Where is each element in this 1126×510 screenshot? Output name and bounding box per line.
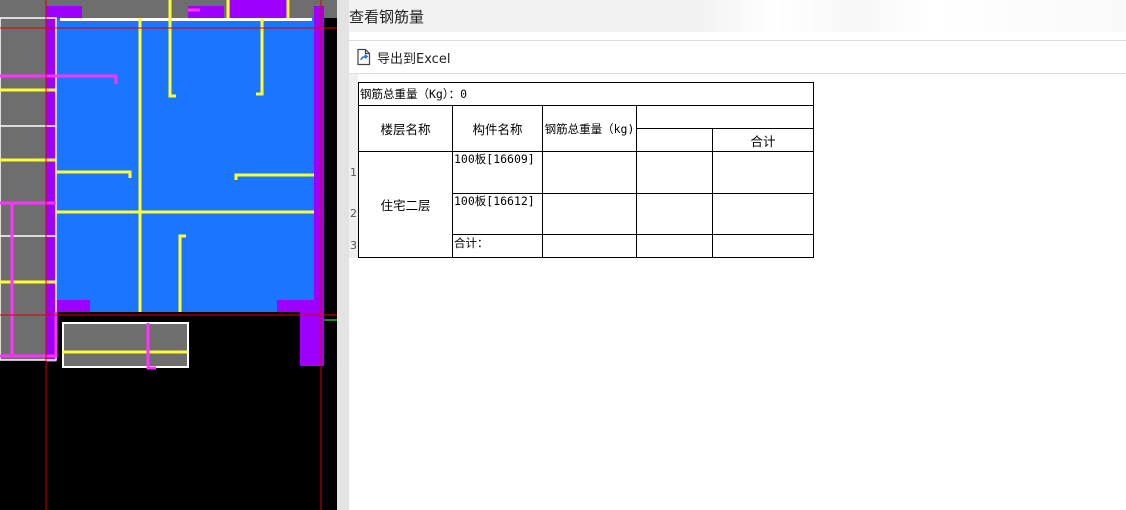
header-component-name[interactable]: 构件名称 [452,105,543,152]
export-file-icon [357,48,371,66]
blue-slab[interactable] [56,18,314,312]
data-cell[interactable] [712,193,814,235]
floor-name-cell[interactable]: 住宅二层 [358,151,453,258]
toolbar: 导出到Excel [349,40,1126,74]
table-row: 楼层名称 构件名称 钢筋总重量（kg) [358,105,814,152]
slab-outline [60,18,312,21]
total-weight-cell[interactable]: 钢筋总重量（Kg）：0 [358,82,814,106]
report-grid: 1 2 3 钢筋总重量（Kg）：0 楼层名称 构件名称 钢筋总重量（kg) 合计 [349,74,1126,510]
weight-cell[interactable] [542,234,637,258]
wall-block [46,6,82,18]
component-name-cell[interactable]: 100板[16609] [452,151,543,194]
table-row: 钢筋总重量（Kg）：0 [358,82,814,106]
table-row: 住宅二层 100板[16609] [358,151,814,258]
wall-block [188,6,224,18]
gray-slab-bottom [62,323,188,367]
row-number[interactable]: 2 [349,207,358,220]
header-blank-cell[interactable] [636,128,713,152]
component-name-cell[interactable]: 100板[16612] [452,193,543,235]
data-cell[interactable] [636,193,713,235]
export-excel-button[interactable]: 导出到Excel [355,46,450,68]
data-cell[interactable] [636,151,713,194]
wall-block [300,312,324,366]
weight-cell[interactable] [542,151,637,194]
export-button-label: 导出到Excel [377,51,451,67]
wall-block [230,0,290,18]
wall-block [46,300,90,312]
row-number[interactable]: 3 [349,239,358,252]
row-number-column: 1 2 3 [349,74,358,258]
data-cell[interactable] [636,234,713,258]
rebar-quantity-dialog: 查看钢筋量 导出到Excel 1 2 3 钢筋总重量（Kg）：0 楼层名称 构件… [349,0,1126,510]
rebar-report-table: 钢筋总重量（Kg）：0 楼层名称 构件名称 钢筋总重量（kg) 合计 住宅二层 … [358,82,814,258]
wall-block [277,300,314,312]
row-number[interactable]: 1 [349,166,358,179]
splitter[interactable] [337,0,349,510]
header-total-weight[interactable]: 钢筋总重量（kg) [542,105,637,152]
data-cell[interactable] [712,234,814,258]
wall-column [46,18,56,313]
header-floor-name[interactable]: 楼层名称 [358,105,453,152]
data-cell[interactable] [712,151,814,194]
weight-cell[interactable] [542,193,637,235]
dialog-title: 查看钢筋量 [349,8,425,26]
header-subtotal[interactable]: 合计 [712,128,814,152]
cad-viewport[interactable] [0,0,337,510]
header-group-blank[interactable] [636,105,814,129]
title-bar[interactable]: 查看钢筋量 [349,0,1126,32]
total-row-label[interactable]: 合计： [452,234,543,258]
